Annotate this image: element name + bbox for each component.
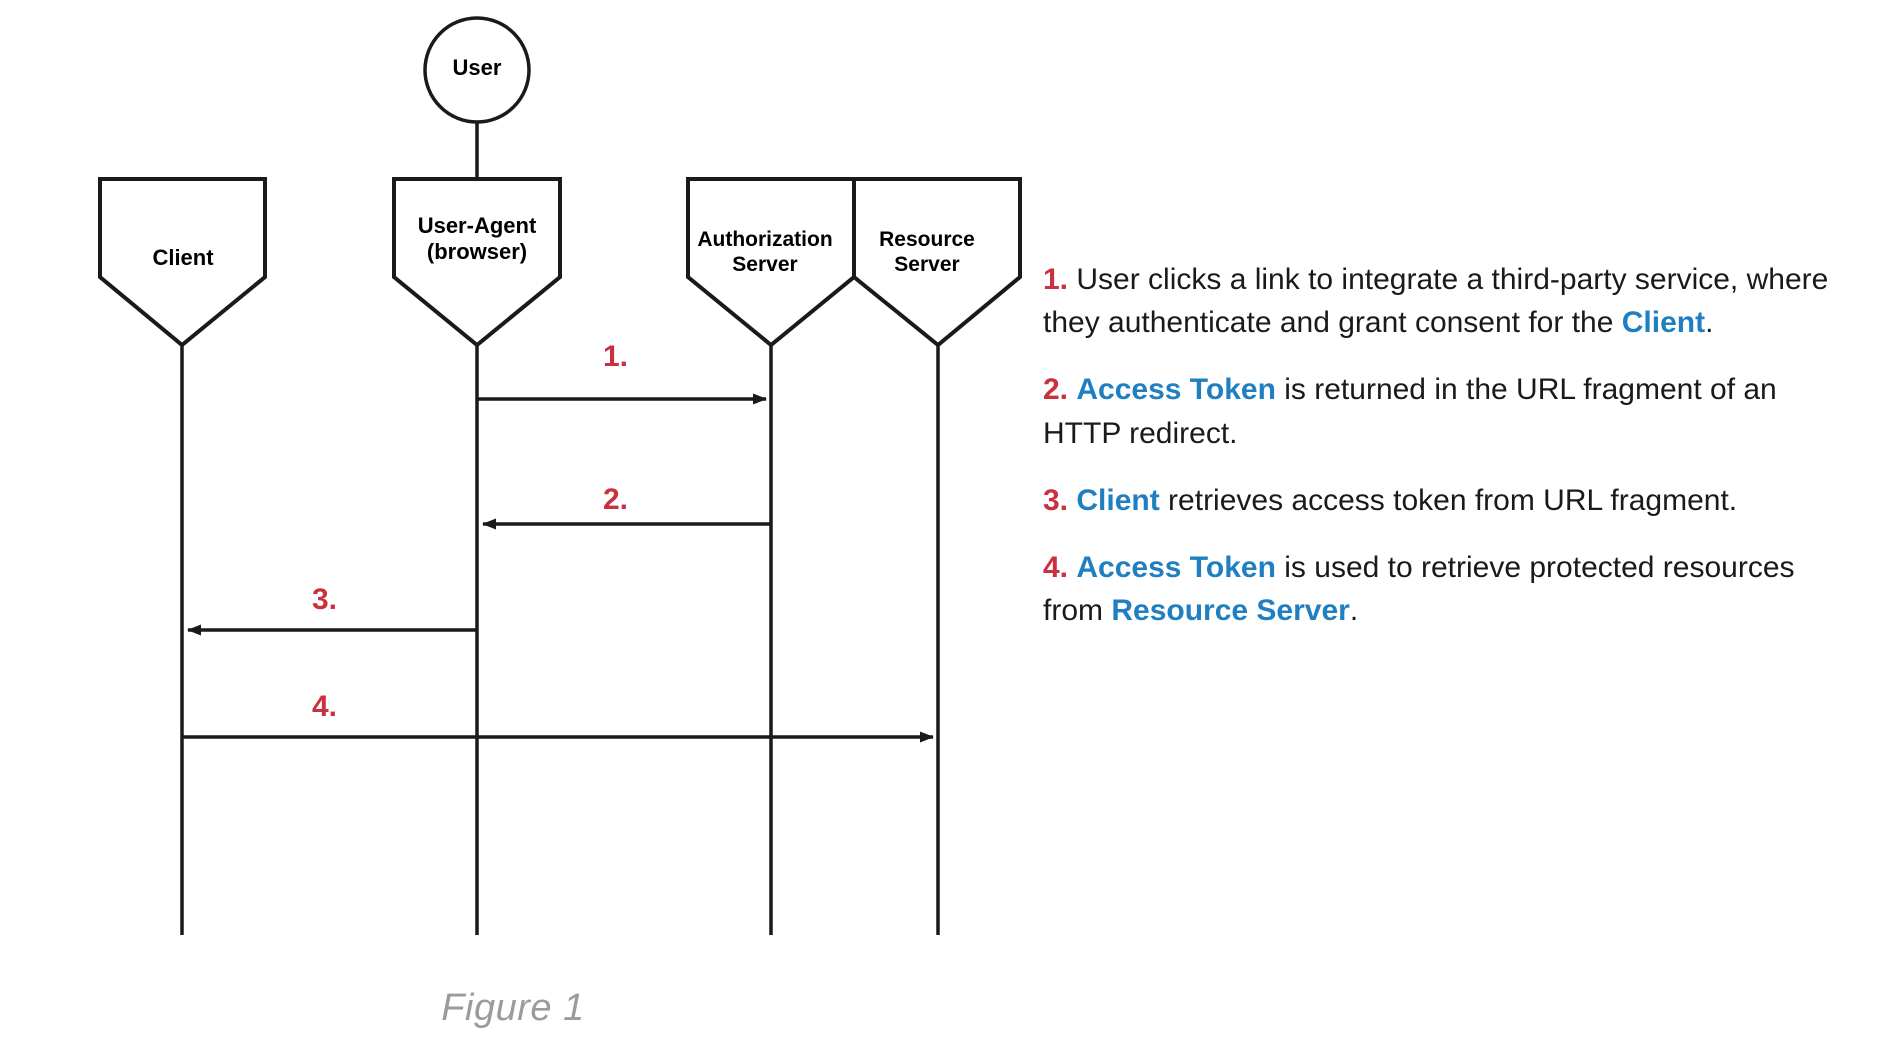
step-marker: 1. — [1043, 263, 1069, 296]
step-highlight-term: Resource Server — [1111, 594, 1350, 628]
figure-caption: Figure 1 — [0, 987, 1878, 1030]
step-item: 3. Client retrieves access token from UR… — [1043, 479, 1855, 522]
client-shape — [98, 177, 267, 348]
authorization-server-shape — [686, 177, 856, 348]
step-highlight-term: Access Token — [1076, 373, 1276, 407]
steps-explanation-panel: 1. User clicks a link to integrate a thi… — [1043, 258, 1855, 632]
user-circle — [423, 16, 531, 124]
step-item: 1. User clicks a link to integrate a thi… — [1043, 258, 1855, 344]
resource-server-shape — [852, 177, 1022, 348]
step-item: 2. Access Token is returned in the URL f… — [1043, 368, 1855, 454]
user-agent-shape — [392, 177, 562, 348]
step-highlight-term: Access Token — [1076, 550, 1276, 584]
step-text: . — [1349, 594, 1359, 628]
step-text: retrieves access token from URL fragment… — [1159, 483, 1738, 517]
step-highlight-term: Client — [1076, 483, 1160, 517]
step-text: . — [1705, 306, 1714, 340]
step-marker: 2. — [1043, 373, 1069, 407]
step-highlight-term: Client — [1621, 306, 1706, 340]
step-marker: 3. — [1043, 483, 1069, 517]
step-item: 4. Access Token is used to retrieve prot… — [1043, 546, 1855, 632]
figure-canvas: User Client User-Agent (browser) Authori… — [0, 0, 1878, 1050]
step-marker: 4. — [1043, 550, 1069, 584]
figure-caption-text: Figure 1 — [441, 987, 585, 1029]
